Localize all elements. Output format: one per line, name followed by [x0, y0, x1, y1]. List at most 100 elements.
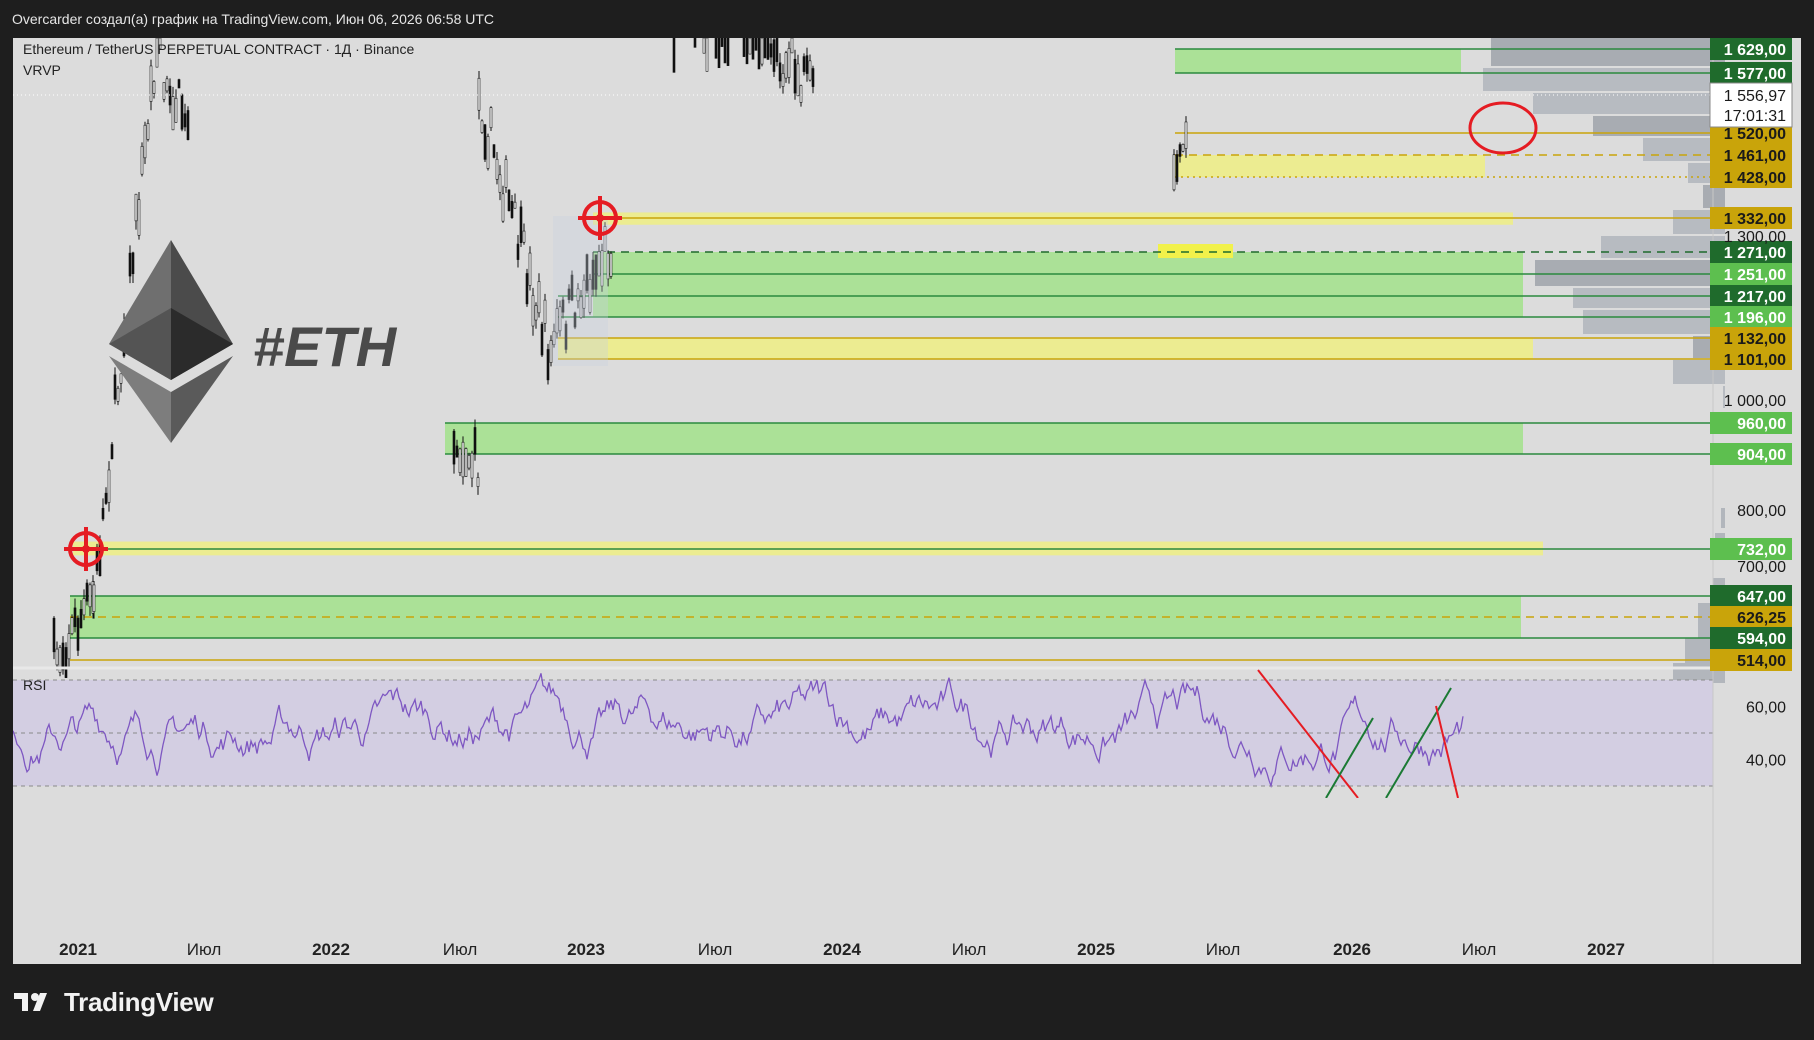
candle — [64, 647, 68, 678]
candle — [88, 584, 92, 608]
candle — [452, 430, 456, 465]
price-tag-label: 1 520,00 — [1724, 126, 1786, 143]
tradingview-wordmark: TradingView — [64, 986, 214, 1017]
candle — [528, 252, 532, 286]
candle — [470, 452, 474, 479]
price-tag-label: 1 196,00 — [1724, 310, 1786, 327]
candle — [73, 607, 77, 628]
price-tag-label: 1 577,00 — [1724, 66, 1786, 83]
candle — [549, 340, 553, 363]
candle — [473, 427, 477, 455]
tradingview-logo[interactable]: TradingView — [14, 982, 214, 1022]
candle — [1175, 154, 1179, 182]
candle — [1178, 144, 1182, 157]
price-axis-label: 700,00 — [1737, 559, 1786, 576]
volume-profile-bar — [1583, 310, 1725, 334]
candle — [705, 38, 709, 72]
rsi-label[interactable]: RSI — [23, 677, 46, 693]
candle — [751, 38, 755, 60]
candle — [146, 123, 150, 140]
candle — [477, 77, 481, 111]
candle — [116, 387, 120, 402]
candle — [772, 39, 776, 72]
candle — [672, 38, 676, 73]
candle — [723, 38, 727, 64]
time-axis-label: 2025 — [1077, 940, 1115, 959]
candle — [1181, 144, 1185, 152]
candle — [778, 62, 782, 82]
time-axis-label: 2027 — [1587, 940, 1625, 959]
candle — [486, 136, 490, 169]
price-tag-label: 626,25 — [1737, 610, 1786, 627]
indicator-label[interactable]: VRVP — [23, 62, 61, 78]
yellow-zone[interactable] — [558, 338, 1533, 359]
price-axis-label: 1 000,00 — [1724, 393, 1786, 410]
candle — [162, 82, 166, 100]
price-tag-label: 647,00 — [1737, 589, 1786, 606]
volume-profile-bar — [1721, 508, 1725, 528]
candle — [1184, 121, 1188, 149]
candle — [525, 273, 529, 305]
price-axis-label: 800,00 — [1737, 503, 1786, 520]
time-axis-label: Июл — [1206, 940, 1241, 959]
candle — [458, 448, 462, 473]
time-axis-label: Июл — [1462, 940, 1497, 959]
zone-highlight — [1158, 244, 1233, 258]
time-axis-label: 2022 — [312, 940, 350, 959]
green-zone[interactable] — [593, 252, 1523, 317]
current-price-value: 1 556,97 — [1724, 88, 1786, 105]
rsi-axis-label: 60,00 — [1746, 700, 1786, 717]
chart-caption: Overcarder создал(а) график на TradingVi… — [12, 11, 495, 27]
candle — [510, 201, 514, 218]
candle — [107, 469, 111, 503]
symbol-title[interactable]: Ethereum / TetherUS PERPETUAL CONTRACT ·… — [23, 41, 414, 57]
candle — [61, 642, 65, 671]
candle — [461, 441, 465, 478]
time-axis-label: 2021 — [59, 940, 97, 959]
candle — [717, 38, 721, 69]
yellow-zone[interactable] — [1173, 155, 1485, 177]
candle — [702, 38, 706, 54]
price-tag-label: 1 271,00 — [1724, 245, 1786, 262]
volume-profile-bar — [1703, 185, 1725, 208]
candle — [149, 65, 153, 102]
price-chart[interactable]: #ETH Ethereum / TetherUS PERPETUAL CONTR… — [13, 38, 1801, 964]
candle — [540, 323, 544, 356]
candle — [492, 144, 496, 158]
candle — [763, 38, 767, 59]
candle — [128, 252, 132, 277]
candle — [134, 193, 138, 222]
chart-frame[interactable]: #ETH Ethereum / TetherUS PERPETUAL CONTR… — [13, 38, 1801, 964]
candle — [183, 113, 187, 128]
candle — [775, 38, 779, 63]
candle — [55, 648, 59, 666]
candle — [546, 349, 550, 381]
candle — [507, 189, 511, 212]
time-axis-label: 2023 — [567, 940, 605, 959]
candle — [720, 38, 724, 47]
price-tag-label: 1 132,00 — [1724, 331, 1786, 348]
candle — [140, 146, 144, 175]
time-axis-label: Июл — [952, 940, 987, 959]
green-zone[interactable] — [445, 423, 1523, 454]
candle — [519, 206, 523, 243]
candle — [802, 56, 806, 72]
candle — [784, 52, 788, 79]
time-axis-label: 2024 — [823, 940, 861, 959]
candle — [501, 193, 505, 222]
candle — [104, 492, 108, 504]
candle — [504, 159, 508, 188]
candle — [483, 124, 487, 160]
green-zone[interactable] — [1175, 49, 1461, 73]
candle — [754, 38, 758, 51]
candle — [522, 230, 526, 243]
candle — [799, 85, 803, 103]
candle — [110, 444, 114, 460]
candle — [811, 68, 815, 87]
price-axis-label: 1 300,00 — [1724, 229, 1786, 246]
price-tag-label: 1 251,00 — [1724, 267, 1786, 284]
time-axis-bg[interactable] — [13, 798, 1713, 932]
candle — [531, 295, 535, 327]
price-tag-label: 904,00 — [1737, 447, 1786, 464]
rsi-axis-label: 40,00 — [1746, 753, 1786, 770]
